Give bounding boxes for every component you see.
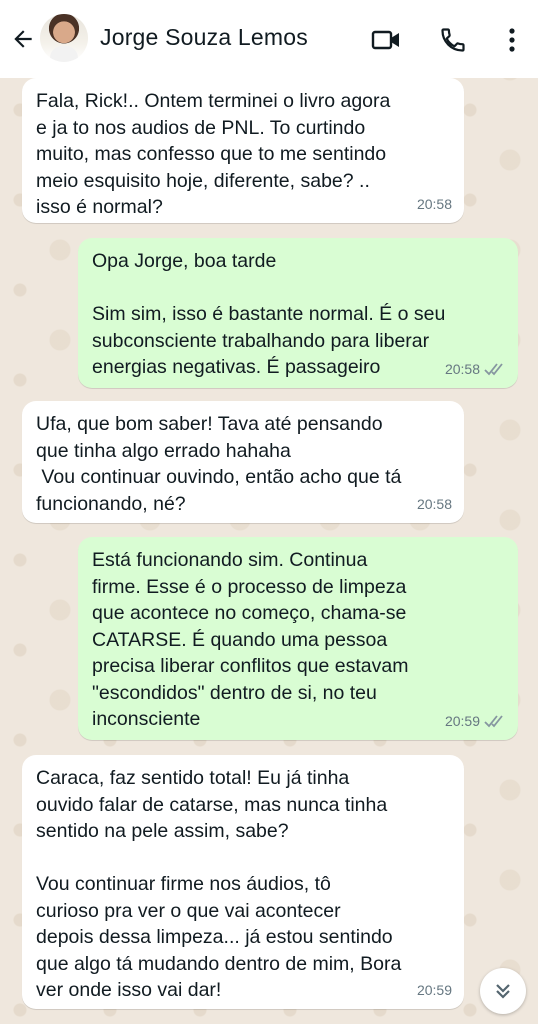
message-meta: 20:59 <box>445 708 506 735</box>
message-time: 20:59 <box>444 712 480 729</box>
avatar[interactable] <box>40 14 88 62</box>
message-time: 20:58 <box>416 495 452 512</box>
phone-icon <box>441 28 465 52</box>
message-text: Opa Jorge, boa tarde Sim sim, isso é bas… <box>92 250 446 378</box>
back-button[interactable] <box>8 24 38 54</box>
message-incoming[interactable]: Caraca, faz sentido total! Eu já tinha o… <box>22 755 464 1009</box>
double-check-icon <box>484 363 503 376</box>
chat-header: Jorge Souza Lemos <box>0 0 538 78</box>
back-arrow-icon <box>14 30 32 48</box>
double-check-icon <box>484 715 503 728</box>
message-incoming[interactable]: Fala, Rick!.. Ontem terminei o livro ago… <box>22 78 464 223</box>
message-time: 20:58 <box>416 195 452 212</box>
message-text: Está funcionando sim. Continua firme. Es… <box>92 549 409 730</box>
message-time: 20:58 <box>444 360 480 377</box>
message-text: Caraca, faz sentido total! Eu já tinha o… <box>36 767 402 1001</box>
message-text: Fala, Rick!.. Ontem terminei o livro ago… <box>36 90 391 218</box>
video-call-icon <box>371 30 399 50</box>
contact-name[interactable]: Jorge Souza Lemos <box>100 24 308 51</box>
message-meta: 20:58 <box>417 491 452 518</box>
message-outgoing[interactable]: Opa Jorge, boa tarde Sim sim, isso é bas… <box>78 238 518 388</box>
video-call-button[interactable] <box>370 24 402 56</box>
message-meta: 20:58 <box>417 191 452 218</box>
more-vertical-icon <box>509 28 515 52</box>
message-incoming[interactable]: Ufa, que bom saber! Tava até pensando qu… <box>22 401 464 523</box>
voice-call-button[interactable] <box>437 24 469 56</box>
message-meta: 20:59 <box>417 977 452 1004</box>
message-time: 20:59 <box>416 981 452 998</box>
double-chevron-down-icon <box>496 984 510 999</box>
message-outgoing[interactable]: Está funcionando sim. Continua firme. Es… <box>78 537 518 740</box>
scroll-to-bottom-button[interactable] <box>480 968 526 1014</box>
message-text: Ufa, que bom saber! Tava até pensando qu… <box>36 413 402 515</box>
message-meta: 20:58 <box>445 356 506 383</box>
more-options-button[interactable] <box>496 24 528 56</box>
